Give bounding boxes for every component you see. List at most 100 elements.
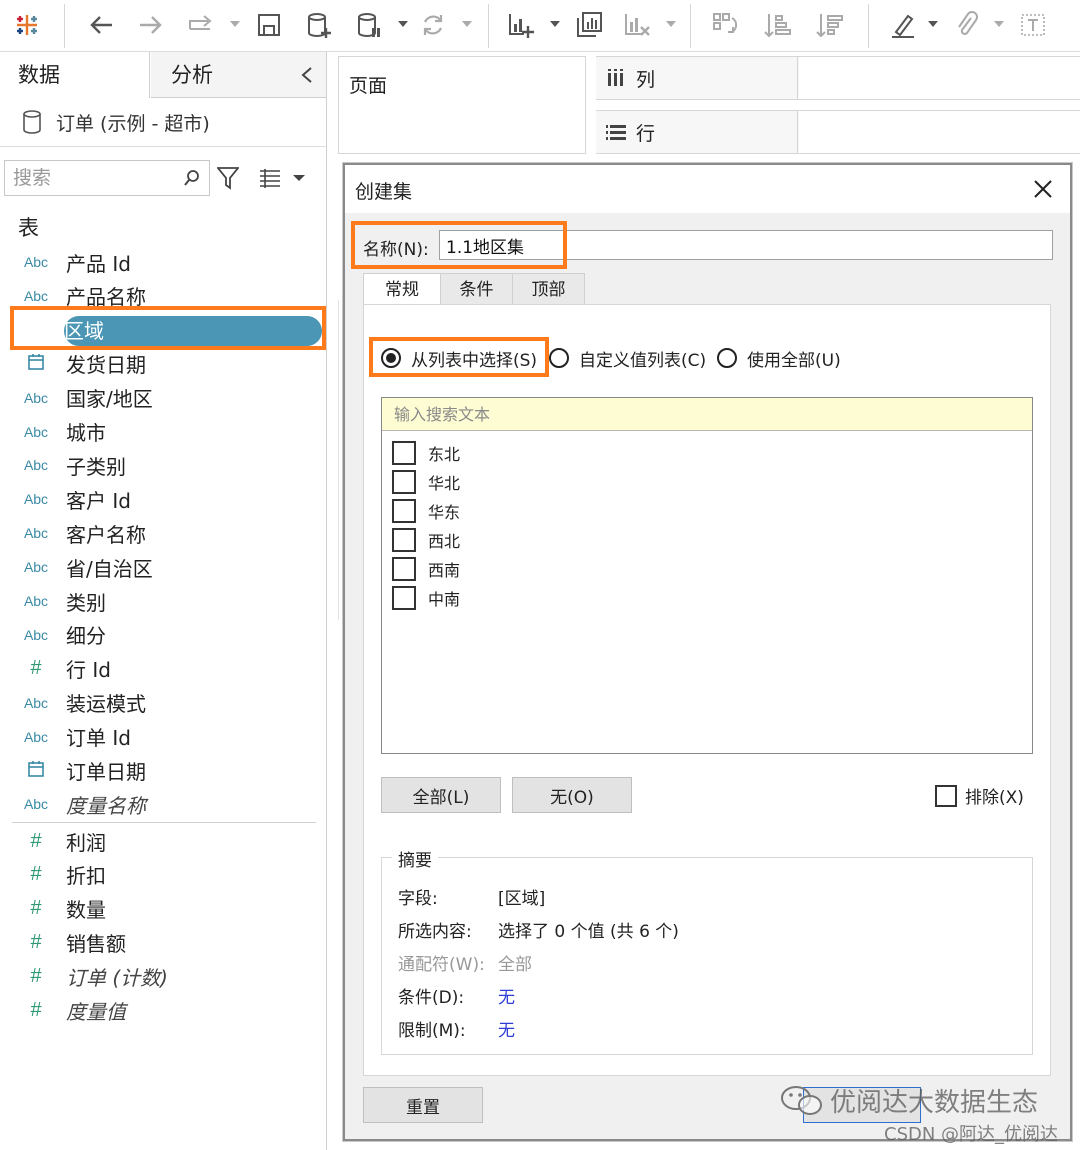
item-checkbox[interactable] <box>392 441 416 465</box>
tab-general[interactable]: 常规 <box>363 273 441 306</box>
chevron-down-icon[interactable] <box>396 16 410 32</box>
list-item[interactable]: 西南 <box>392 556 460 582</box>
field-item[interactable]: Abc 类别 <box>12 584 324 618</box>
field-item[interactable]: 发货日期 <box>12 347 324 381</box>
new-sheet-icon[interactable] <box>504 8 538 42</box>
tab-data[interactable]: 数据 <box>0 52 150 98</box>
field-item[interactable]: # 订单 (计数) <box>12 960 324 994</box>
field-item[interactable]: Abc 城市 <box>12 415 324 449</box>
tableau-logo-icon[interactable] <box>10 8 44 42</box>
tab-analysis[interactable]: 分析 <box>151 52 326 98</box>
search-input[interactable] <box>5 161 175 195</box>
columns-shelf[interactable]: 列 <box>596 56 1080 100</box>
radio-use-all[interactable]: 使用全部(U) <box>717 345 841 371</box>
chevron-down-icon[interactable] <box>548 16 562 32</box>
columns-drop-area[interactable] <box>799 57 1080 99</box>
summary-value: 选择了 0 个值 (共 6 个) <box>498 921 679 942</box>
string-type-icon: Abc <box>23 593 49 609</box>
item-checkbox[interactable] <box>392 557 416 581</box>
field-name: 度量值 <box>66 1000 126 1024</box>
field-item[interactable]: # 行 Id <box>12 652 324 686</box>
list-view-icon[interactable] <box>258 168 282 188</box>
highlight-icon[interactable] <box>886 8 920 42</box>
field-item[interactable]: Abc 订单 Id <box>12 720 324 754</box>
exclude-checkbox[interactable] <box>935 784 957 807</box>
rows-drop-area[interactable] <box>799 111 1080 153</box>
new-datasource-icon[interactable] <box>302 8 336 42</box>
search-icon[interactable] <box>183 169 201 187</box>
field-item[interactable]: # 数量 <box>12 892 324 926</box>
select-all-button[interactable]: 全部(L) <box>381 777 501 813</box>
chevron-down-icon[interactable] <box>228 16 242 32</box>
paused-datasource-icon[interactable] <box>352 8 386 42</box>
tab-top[interactable]: 顶部 <box>513 273 585 305</box>
field-item[interactable]: # 利润 <box>12 824 324 858</box>
reset-button[interactable]: 重置 <box>363 1087 483 1123</box>
list-search-input[interactable] <box>382 398 1032 431</box>
rows-icon <box>606 125 626 140</box>
field-item[interactable]: Abc 客户名称 <box>12 516 324 550</box>
field-item[interactable]: # 折扣 <box>12 858 324 892</box>
list-item[interactable]: 华北 <box>392 469 460 495</box>
list-item[interactable]: 东北 <box>392 440 460 466</box>
field-item[interactable]: 订单日期 <box>12 754 324 788</box>
chevron-down-icon[interactable] <box>460 16 474 32</box>
swap-icon[interactable] <box>708 8 742 42</box>
field-item[interactable]: Abc 细分 <box>12 618 324 652</box>
filter-icon[interactable] <box>217 166 239 190</box>
field-item[interactable]: Abc 产品 Id <box>12 245 324 279</box>
chevron-down-icon[interactable] <box>292 174 306 182</box>
redo-icon[interactable] <box>134 8 168 42</box>
chevron-down-icon[interactable] <box>992 16 1006 32</box>
close-icon[interactable] <box>1032 178 1054 200</box>
string-type-icon: Abc <box>23 457 49 474</box>
summary-value-link[interactable]: 无 <box>498 1016 515 1041</box>
chevron-down-icon[interactable] <box>926 16 940 32</box>
item-checkbox[interactable] <box>392 470 416 494</box>
field-item[interactable]: Abc 省/自治区 <box>12 550 324 584</box>
item-checkbox[interactable] <box>392 499 416 523</box>
duplicate-sheet-icon[interactable] <box>572 8 606 42</box>
string-type-icon: Abc <box>23 559 49 576</box>
forward-icon[interactable] <box>184 8 218 42</box>
tab-condition[interactable]: 条件 <box>441 273 513 305</box>
field-item[interactable]: # 销售额 <box>12 926 324 960</box>
chevron-down-icon[interactable] <box>664 16 678 32</box>
field-item[interactable]: Abc 度量名称 <box>12 787 324 821</box>
list-item[interactable]: 华东 <box>392 498 460 524</box>
radio-button[interactable] <box>549 348 569 368</box>
highlight-box-name <box>351 221 567 269</box>
datasource-item[interactable]: 订单 (示例 - 超市) <box>22 107 210 137</box>
pages-shelf[interactable]: 页面 <box>338 56 586 154</box>
item-checkbox[interactable] <box>392 586 416 610</box>
list-item[interactable]: 中南 <box>392 585 460 611</box>
chevron-left-icon[interactable] <box>300 66 314 84</box>
radio-custom-value-list[interactable]: 自定义值列表(C) <box>549 345 706 371</box>
exclude-option[interactable]: 排除(X) <box>935 783 1024 808</box>
sort-descending-icon[interactable] <box>812 8 846 42</box>
sort-ascending-icon[interactable] <box>760 8 794 42</box>
item-label: 西南 <box>428 561 461 580</box>
item-checkbox[interactable] <box>392 528 416 552</box>
undo-icon[interactable] <box>84 8 118 42</box>
clear-sheet-icon[interactable] <box>620 8 654 42</box>
field-item[interactable]: Abc 客户 Id <box>12 482 324 516</box>
field-item[interactable]: Abc 国家/地区 <box>12 381 324 415</box>
field-name: 订单日期 <box>66 760 146 784</box>
field-item[interactable]: Abc 装运模式 <box>12 686 324 720</box>
save-icon[interactable] <box>252 8 286 42</box>
refresh-icon[interactable] <box>416 8 450 42</box>
summary-key: 字段: <box>398 888 438 909</box>
field-item[interactable]: # 度量值 <box>12 994 324 1028</box>
rows-shelf[interactable]: 行 <box>596 110 1080 154</box>
label-icon[interactable] <box>1016 8 1050 42</box>
string-type-icon: Abc <box>23 626 49 643</box>
radio-button[interactable] <box>717 348 737 368</box>
field-name: 客户名称 <box>66 522 146 547</box>
field-item[interactable]: Abc 子类别 <box>12 448 324 482</box>
list-item[interactable]: 西北 <box>392 527 460 553</box>
columns-icon <box>608 69 623 86</box>
summary-value-link[interactable]: 无 <box>498 983 515 1008</box>
attach-icon[interactable] <box>950 8 984 42</box>
select-none-button[interactable]: 无(O) <box>512 777 632 813</box>
